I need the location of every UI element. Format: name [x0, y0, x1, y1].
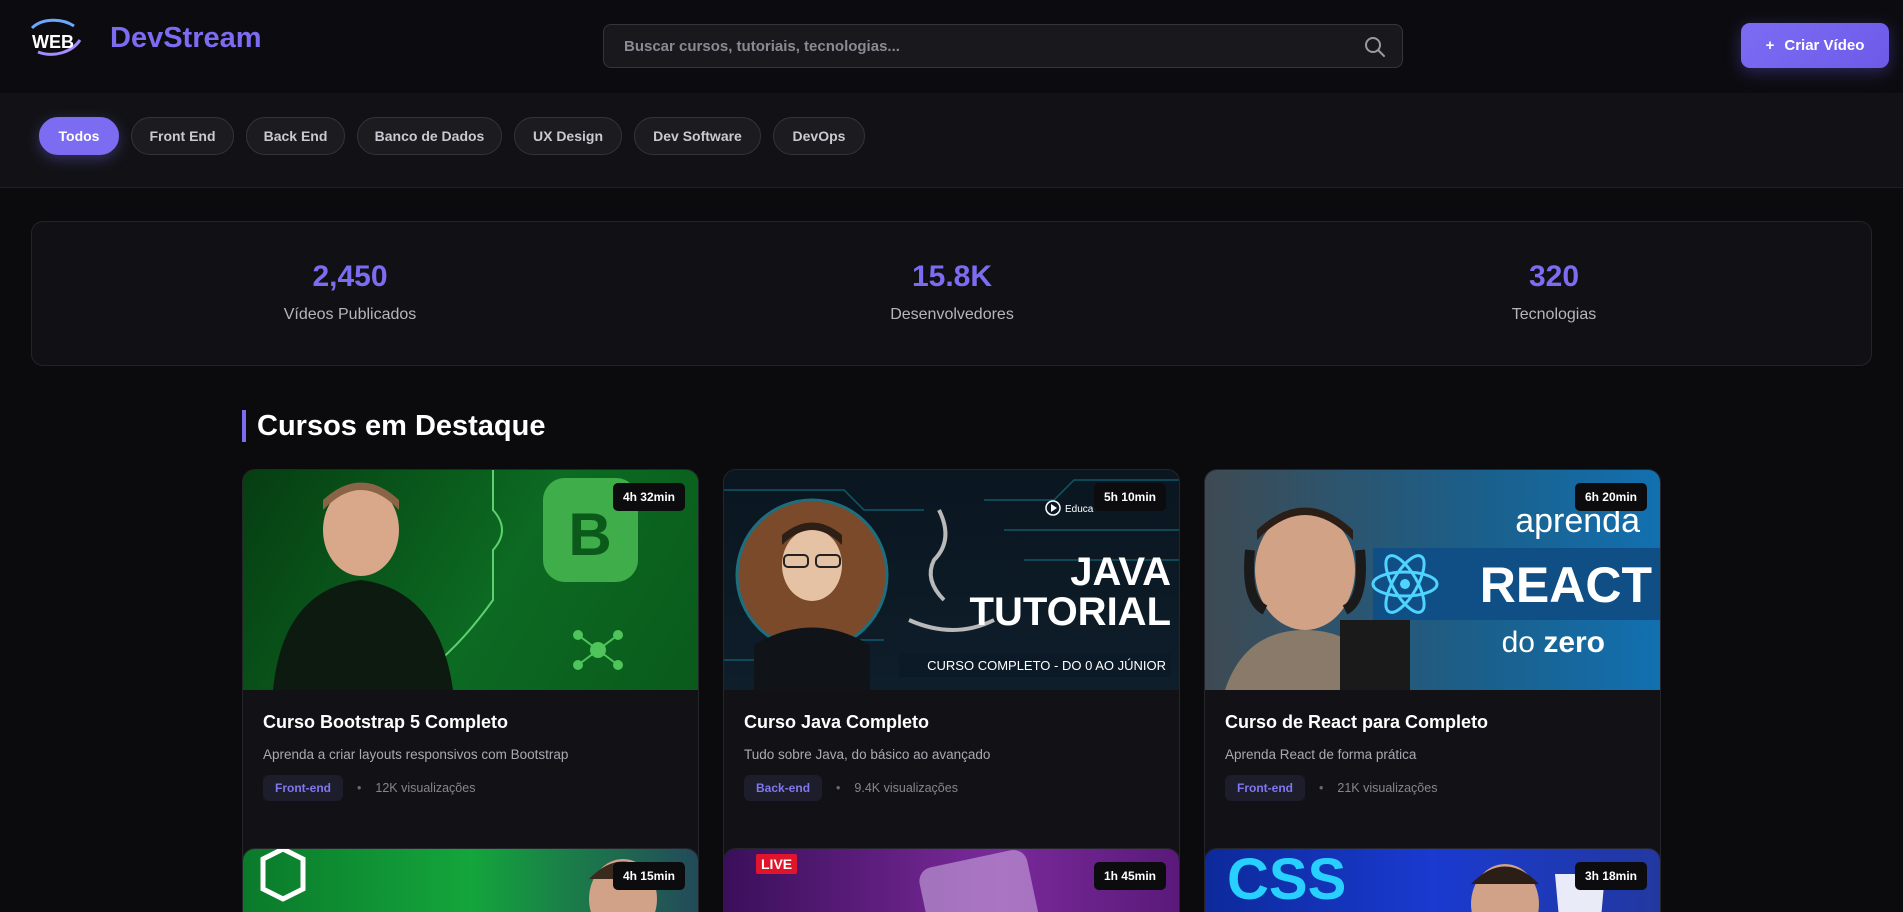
course-meta: Front-end • 12K visualizações: [263, 775, 678, 801]
logo[interactable]: WEB: [28, 18, 84, 58]
logo-text: WEB: [32, 32, 74, 52]
filter-chip-dev-software[interactable]: Dev Software: [634, 117, 761, 155]
filter-chip-banco-de-dados[interactable]: Banco de Dados: [357, 117, 502, 155]
duration-badge: 1h 45min: [1093, 862, 1166, 890]
filter-chip-devops[interactable]: DevOps: [773, 117, 865, 155]
stat-value: 2,450: [312, 260, 388, 293]
thumb-line-1: JAVA: [1070, 550, 1171, 594]
stat-value: 15.8K: [911, 260, 993, 293]
stats-panel: 2,450 Vídeos Publicados 15.8K Desenvolve…: [31, 221, 1872, 366]
stat-label: Desenvolvedores: [890, 306, 1014, 323]
thumb-bottom-text: zero: [1543, 626, 1605, 659]
view-count: 9.4K visualizações: [854, 781, 958, 795]
course-title[interactable]: Curso de React para Completo: [1225, 712, 1640, 733]
filter-chip-front-end[interactable]: Front End: [131, 117, 234, 155]
bootstrap-letter: B: [568, 501, 611, 568]
course-description: Aprenda React de forma prática: [1225, 747, 1417, 762]
create-video-button[interactable]: + Criar Vídeo: [1741, 23, 1889, 68]
thumb-main-text: REACT: [1480, 557, 1652, 613]
stat-developers: 15.8K Desenvolvedores: [802, 260, 1102, 324]
duration-badge: 4h 15min: [612, 862, 685, 890]
course-thumbnail[interactable]: JAVA TUTORIAL CURSO COMPLETO - DO 0 AO J…: [724, 470, 1179, 690]
filter-chip-ux-design[interactable]: UX Design: [514, 117, 622, 155]
course-card[interactable]: aprenda REACT do zero 6h 20min Curso de …: [1204, 469, 1661, 912]
create-video-label: Criar Vídeo: [1784, 37, 1865, 54]
duration-badge: 5h 10min: [1093, 483, 1166, 511]
course-title[interactable]: Curso Java Completo: [744, 712, 1159, 733]
category-tag[interactable]: Front-end: [1225, 775, 1305, 801]
css-text: CSS: [1227, 849, 1346, 912]
category-filter-bar: Todos Front End Back End Banco de Dados …: [0, 93, 1903, 188]
course-thumbnail[interactable]: B 4h 32min: [243, 470, 698, 690]
course-thumbnail[interactable]: aprenda REACT do zero 6h 20min: [1205, 470, 1660, 690]
view-count: 12K visualizações: [375, 781, 476, 795]
category-tag[interactable]: Back-end: [744, 775, 823, 801]
filter-chip-todos[interactable]: Todos: [39, 117, 119, 155]
search-input[interactable]: [604, 25, 1344, 67]
live-badge: LIVE: [756, 854, 798, 874]
stat-label: Vídeos Publicados: [283, 306, 417, 323]
brand-name[interactable]: DevStream: [110, 22, 262, 55]
stat-videos: 2,450 Vídeos Publicados: [200, 260, 500, 324]
thumb-line-2: TUTORIAL: [970, 590, 1171, 634]
stat-label: Tecnologias: [1511, 306, 1597, 323]
view-count: 21K visualizações: [1337, 781, 1438, 795]
stat-value: 320: [1528, 260, 1580, 293]
duration-badge: 6h 20min: [1574, 483, 1647, 511]
course-card[interactable]: CSS 3h 18min: [1204, 848, 1661, 912]
duration-badge: 3h 18min: [1574, 862, 1647, 890]
course-card[interactable]: JAVA TUTORIAL CURSO COMPLETO - DO 0 AO J…: [723, 469, 1180, 912]
category-tag[interactable]: Front-end: [263, 775, 343, 801]
course-description: Tudo sobre Java, do básico ao avançado: [744, 747, 991, 762]
section-title: Cursos em Destaque: [242, 410, 546, 442]
filter-chip-back-end[interactable]: Back End: [246, 117, 345, 155]
separator-dot: •: [357, 781, 362, 795]
stat-technologies: 320 Tecnologias: [1404, 260, 1704, 324]
course-title[interactable]: Curso Bootstrap 5 Completo: [263, 712, 678, 733]
separator-dot: •: [1319, 781, 1324, 795]
duration-badge: 4h 32min: [612, 483, 685, 511]
logo-icon: WEB: [30, 18, 82, 56]
thumb-pre-text: do: [1502, 626, 1535, 659]
course-card[interactable]: 4h 15min: [242, 848, 699, 912]
thumb-badge: Educa: [1065, 504, 1094, 515]
course-description: Aprenda a criar layouts responsivos com …: [263, 747, 569, 762]
course-card[interactable]: B 4h 32min Curso Bootstrap 5 Completo Ap…: [242, 469, 699, 912]
plus-icon: +: [1765, 37, 1775, 54]
thumb-caption: CURSO COMPLETO - DO 0 AO JÚNIOR: [927, 658, 1166, 673]
search-box[interactable]: [603, 24, 1403, 68]
course-meta: Front-end • 21K visualizações: [1225, 775, 1640, 801]
course-thumbnail[interactable]: CSS 3h 18min: [1205, 849, 1660, 912]
separator-dot: •: [836, 781, 841, 795]
course-thumbnail[interactable]: 4h 15min: [243, 849, 698, 912]
course-thumbnail[interactable]: LIVE 1h 45min: [724, 849, 1179, 912]
search-icon[interactable]: [1364, 36, 1386, 58]
top-header: WEB DevStream + Criar Vídeo: [0, 0, 1903, 93]
course-meta: Back-end • 9.4K visualizações: [744, 775, 1159, 801]
course-card[interactable]: LIVE 1h 45min: [723, 848, 1180, 912]
